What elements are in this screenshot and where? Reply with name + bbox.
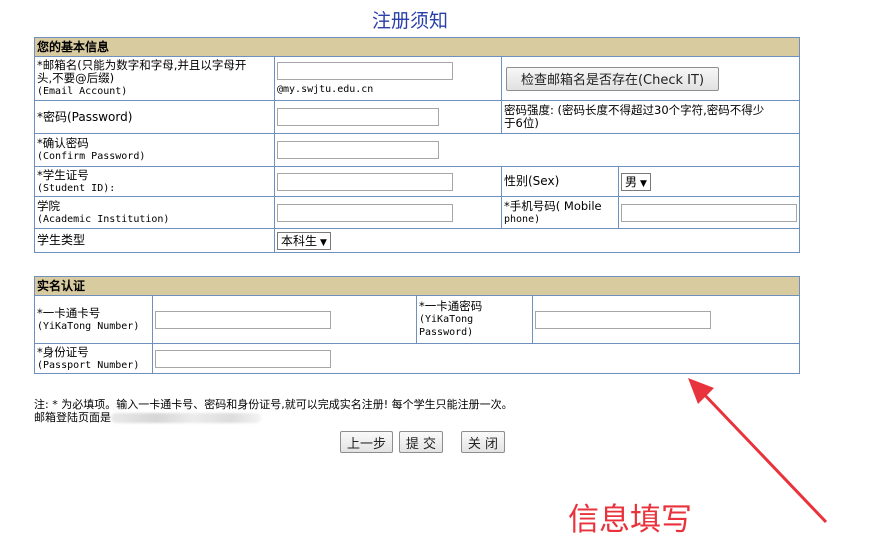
annotation-text: 信息填写 [568, 502, 692, 538]
annotation-arrow-icon [688, 378, 828, 524]
